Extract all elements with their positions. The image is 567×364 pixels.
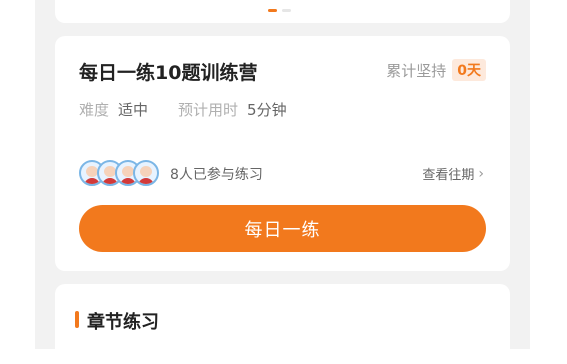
streak-badge: 0天 [452, 59, 486, 81]
practice-meta: 难度 适中 预计用时 5分钟 [79, 99, 317, 120]
duration-label: 预计用时 [178, 101, 239, 119]
carousel-dot[interactable] [282, 9, 291, 12]
daily-practice-card: 每日一练10题训练营 累计坚持 0天 难度 适中 预计用时 5分钟 8人已参与练… [55, 36, 510, 271]
practice-title: 每日一练10题训练营 [79, 62, 258, 84]
section-title: 章节练习 [87, 312, 159, 333]
difficulty-value: 适中 [118, 101, 149, 119]
streak-info: 累计坚持 0天 [386, 59, 486, 81]
banner-card [55, 0, 510, 23]
difficulty-label: 难度 [79, 101, 110, 119]
carousel-dot-active[interactable] [268, 9, 277, 12]
participant-avatars [79, 160, 159, 186]
avatar [133, 160, 159, 186]
history-link[interactable]: 查看往期 › [422, 164, 484, 184]
daily-practice-button[interactable]: 每日一练 [79, 205, 486, 252]
duration-value: 5分钟 [247, 101, 287, 119]
chevron-right-icon: › [478, 165, 484, 182]
participants-count: 8人已参与练习 [170, 167, 263, 183]
streak-label: 累计坚持 [386, 61, 447, 80]
section-accent-bar [75, 311, 79, 328]
carousel-indicator [268, 9, 291, 12]
history-link-label: 查看往期 [422, 168, 475, 183]
chapter-practice-card: 章节练习 [55, 284, 510, 364]
